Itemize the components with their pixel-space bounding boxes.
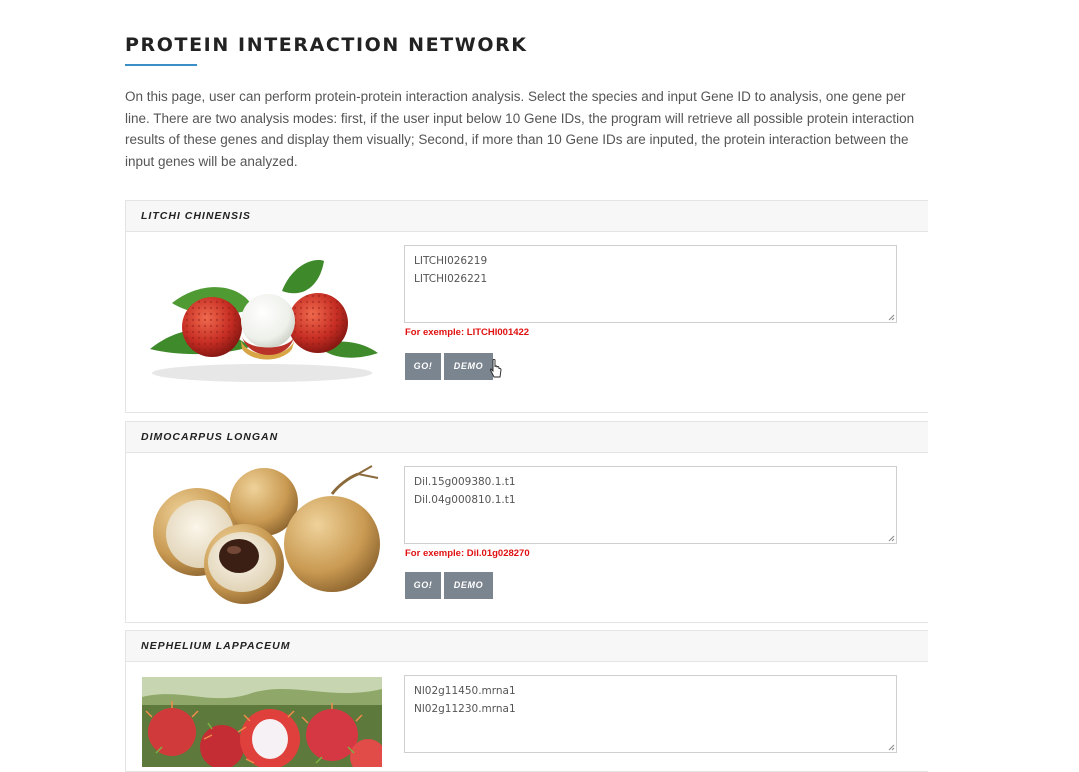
gene-id-input[interactable]: Nl02g11450.mrna1 Nl02g11230.mrna1	[404, 675, 897, 753]
species-name: DIMOCARPUS LONGAN	[126, 422, 928, 453]
intro-text: On this page, user can perform protein-p…	[125, 89, 915, 169]
demo-button[interactable]: DEMO	[444, 353, 493, 380]
gene-id-input[interactable]: Dil.15g009380.1.t1 Dil.04g000810.1.t1	[404, 466, 897, 544]
species-panel-rambutan: NEPHELIUM LAPPACEUM Nl02g11450.mrna1 Nl0…	[125, 630, 928, 772]
species-name: LITCHI CHINENSIS	[126, 201, 928, 232]
example-text: For exemple: Dil.01g028270	[405, 548, 530, 559]
rambutan-image	[142, 677, 382, 767]
species-name: NEPHELIUM LAPPACEUM	[126, 631, 928, 662]
demo-button[interactable]: DEMO	[444, 572, 493, 599]
resize-handle-icon[interactable]	[888, 744, 895, 751]
page-title: PROTEIN INTERACTION NETWORK	[125, 34, 528, 56]
resize-handle-icon[interactable]	[888, 314, 895, 321]
gene-id-input[interactable]: LITCHI026219 LITCHI026221	[404, 245, 897, 323]
resize-handle-icon[interactable]	[888, 535, 895, 542]
example-text: For exemple: LITCHI001422	[405, 327, 530, 338]
species-panel-longan: DIMOCARPUS LONGAN Dil.15g009380.1.t1 Dil…	[125, 421, 928, 623]
go-button[interactable]: GO!	[405, 572, 441, 599]
longan-image	[153, 465, 380, 604]
species-panel-litchi: LITCHI CHINENSIS LITCHI026219 LITCHI0262…	[125, 200, 928, 413]
go-button[interactable]: GO!	[405, 353, 441, 380]
title-underline	[125, 64, 197, 66]
pointer-cursor-icon	[490, 359, 502, 378]
litchi-image	[150, 260, 378, 382]
